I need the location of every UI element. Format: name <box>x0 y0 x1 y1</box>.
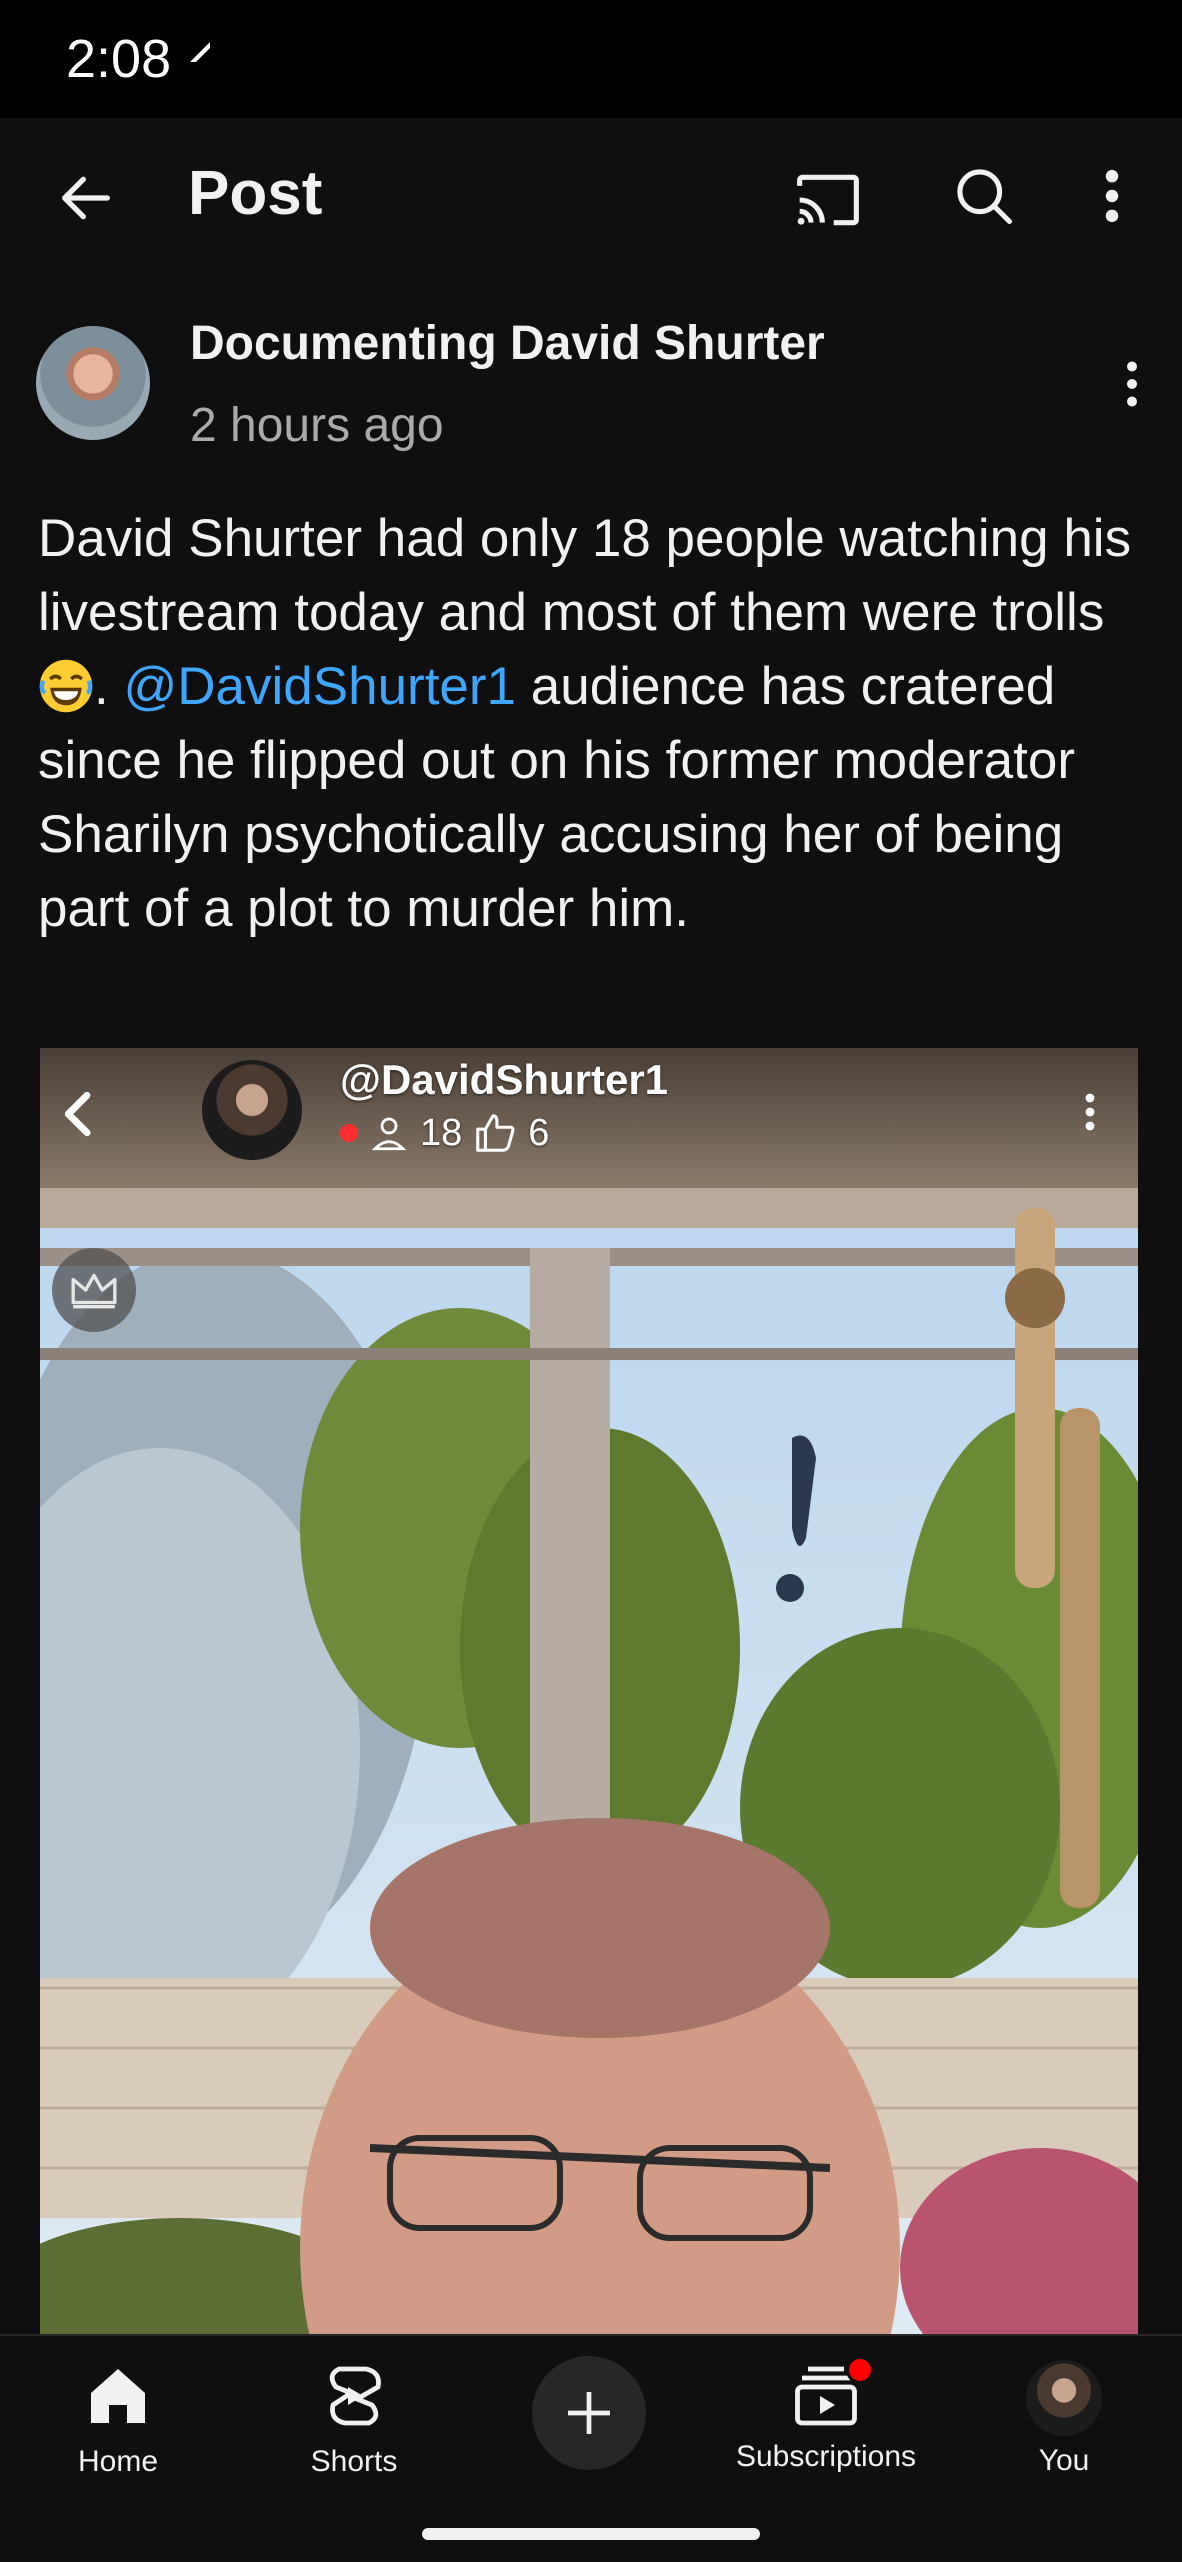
post-timestamp: 2 hours ago <box>190 399 444 452</box>
nav-home[interactable]: Home <box>18 2360 218 2479</box>
viewer-count: 18 <box>420 1111 463 1154</box>
post-body: David Shurter had only 18 people watchin… <box>38 502 1148 946</box>
nav-shorts-label: Shorts <box>310 2445 398 2478</box>
live-indicator <box>340 1124 358 1142</box>
create-button[interactable] <box>532 2356 646 2470</box>
nav-subscriptions[interactable]: Subscriptions <box>726 2356 926 2474</box>
chevron-left-icon[interactable] <box>52 1082 108 1146</box>
laughing-emoji-icon <box>39 659 93 713</box>
like-count: 6 <box>528 1111 550 1154</box>
search-icon[interactable] <box>950 162 1018 230</box>
more-vert-icon[interactable] <box>1090 162 1134 230</box>
create-plus-icon <box>568 2392 610 2434</box>
nav-you[interactable]: You <box>964 2360 1164 2478</box>
thumbs-up-icon <box>476 1114 515 1152</box>
status-time: 2:08 <box>66 29 172 89</box>
post-more-icon[interactable] <box>1114 354 1150 414</box>
user-avatar <box>1026 2360 1102 2436</box>
author-avatar[interactable] <box>36 326 150 440</box>
top-app-bar: Post <box>0 118 1182 278</box>
crown-icon <box>71 1273 117 1309</box>
page-title: Post <box>188 159 323 228</box>
crown-button[interactable] <box>52 1248 136 1332</box>
shorts-icon <box>329 2366 381 2426</box>
author-name[interactable]: Documenting David Shurter <box>190 316 825 371</box>
post-text-part: . <box>94 657 124 716</box>
status-bar: 2:08 <box>0 0 1182 118</box>
gesture-bar <box>422 2528 760 2540</box>
cast-icon[interactable] <box>794 166 862 234</box>
nav-subscriptions-label: Subscriptions <box>735 2440 917 2473</box>
livestream-scene-image <box>40 1048 1138 2334</box>
stream-more-icon[interactable] <box>1078 1080 1102 1144</box>
notification-badge <box>846 2356 874 2384</box>
home-icon <box>91 2369 145 2423</box>
streamer-avatar <box>202 1060 302 1160</box>
nav-you-label: You <box>1038 2444 1090 2477</box>
mention-link[interactable]: @DavidShurter1 <box>123 657 516 716</box>
back-arrow-icon[interactable] <box>54 166 118 230</box>
live-stats: 18 6 <box>340 1110 549 1156</box>
person-icon <box>371 1117 407 1151</box>
signal-icon <box>190 42 210 62</box>
nav-home-label: Home <box>77 2445 159 2478</box>
streamer-handle: @DavidShurter1 <box>340 1056 669 1103</box>
post-text-part: David Shurter had only 18 people watchin… <box>38 509 1132 642</box>
nav-shorts[interactable]: Shorts <box>254 2360 454 2479</box>
post-image[interactable]: @DavidShurter1 18 6 <box>40 1048 1138 2334</box>
